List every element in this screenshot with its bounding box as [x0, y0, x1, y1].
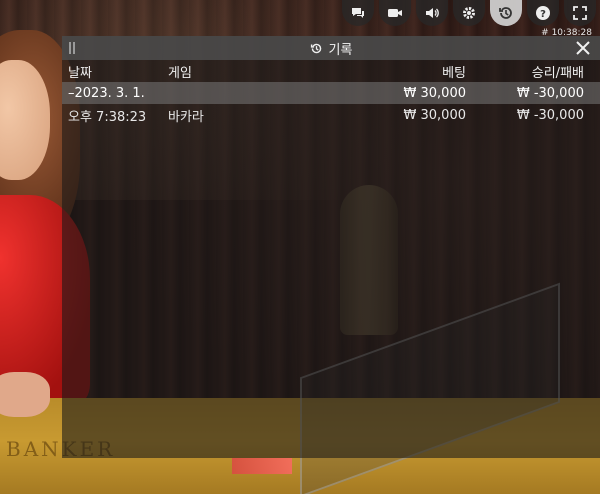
close-icon	[576, 41, 590, 55]
volume-button[interactable]	[416, 0, 448, 26]
history-table: 날짜 게임 베팅 승리/패배 –2023. 3. 1. ₩ 30,000 ₩ -…	[62, 60, 600, 126]
group-result-total: ₩ -30,000	[516, 85, 584, 101]
column-header-game: 게임	[168, 65, 192, 81]
drag-handle-icon[interactable]	[69, 42, 75, 54]
column-header-bet: 베팅	[442, 65, 466, 81]
settings-icon	[463, 7, 475, 19]
volume-icon	[426, 8, 439, 18]
date-group-row[interactable]: –2023. 3. 1. ₩ 30,000 ₩ -30,000	[62, 82, 600, 104]
panel-header[interactable]: 기록	[62, 36, 600, 60]
history-icon	[310, 43, 321, 53]
svg-text:?: ?	[540, 9, 546, 20]
card-tray	[232, 458, 292, 474]
history-button[interactable]	[490, 0, 522, 26]
video-icon	[388, 9, 402, 17]
group-bet-total: ₩ 30,000	[403, 85, 466, 101]
help-icon: ?	[536, 6, 550, 20]
top-toolbar: ?	[342, 0, 600, 26]
group-date: –2023. 3. 1.	[68, 85, 145, 101]
chat-icon	[352, 8, 364, 18]
help-button[interactable]: ?	[527, 0, 559, 26]
history-panel: 기록 날짜 게임 베팅 승리/패배 –2023. 3. 1. ₩ 30,000 …	[62, 36, 600, 458]
settings-button[interactable]	[453, 0, 485, 26]
column-header-date: 날짜	[68, 65, 92, 81]
entry-bet: ₩ 30,000	[403, 107, 466, 123]
entry-game: 바카라	[168, 109, 204, 125]
panel-title-text: 기록	[328, 42, 353, 58]
column-header-result: 승리/패배	[531, 65, 584, 81]
fullscreen-button[interactable]	[564, 0, 596, 26]
video-button[interactable]	[379, 0, 411, 26]
group-game	[162, 82, 352, 104]
chat-button[interactable]	[342, 0, 374, 26]
table-row[interactable]: 오후 7:38:23 바카라 ₩ 30,000 ₩ -30,000	[62, 104, 600, 126]
history-icon	[499, 7, 512, 19]
table-header-row: 날짜 게임 베팅 승리/패배	[62, 60, 600, 82]
dealer-hand	[0, 372, 50, 417]
fullscreen-icon	[573, 6, 587, 20]
entry-time: 오후 7:38:23	[68, 109, 147, 125]
panel-title: 기록	[310, 39, 353, 58]
entry-result: ₩ -30,000	[516, 107, 584, 123]
close-button[interactable]	[574, 39, 592, 57]
